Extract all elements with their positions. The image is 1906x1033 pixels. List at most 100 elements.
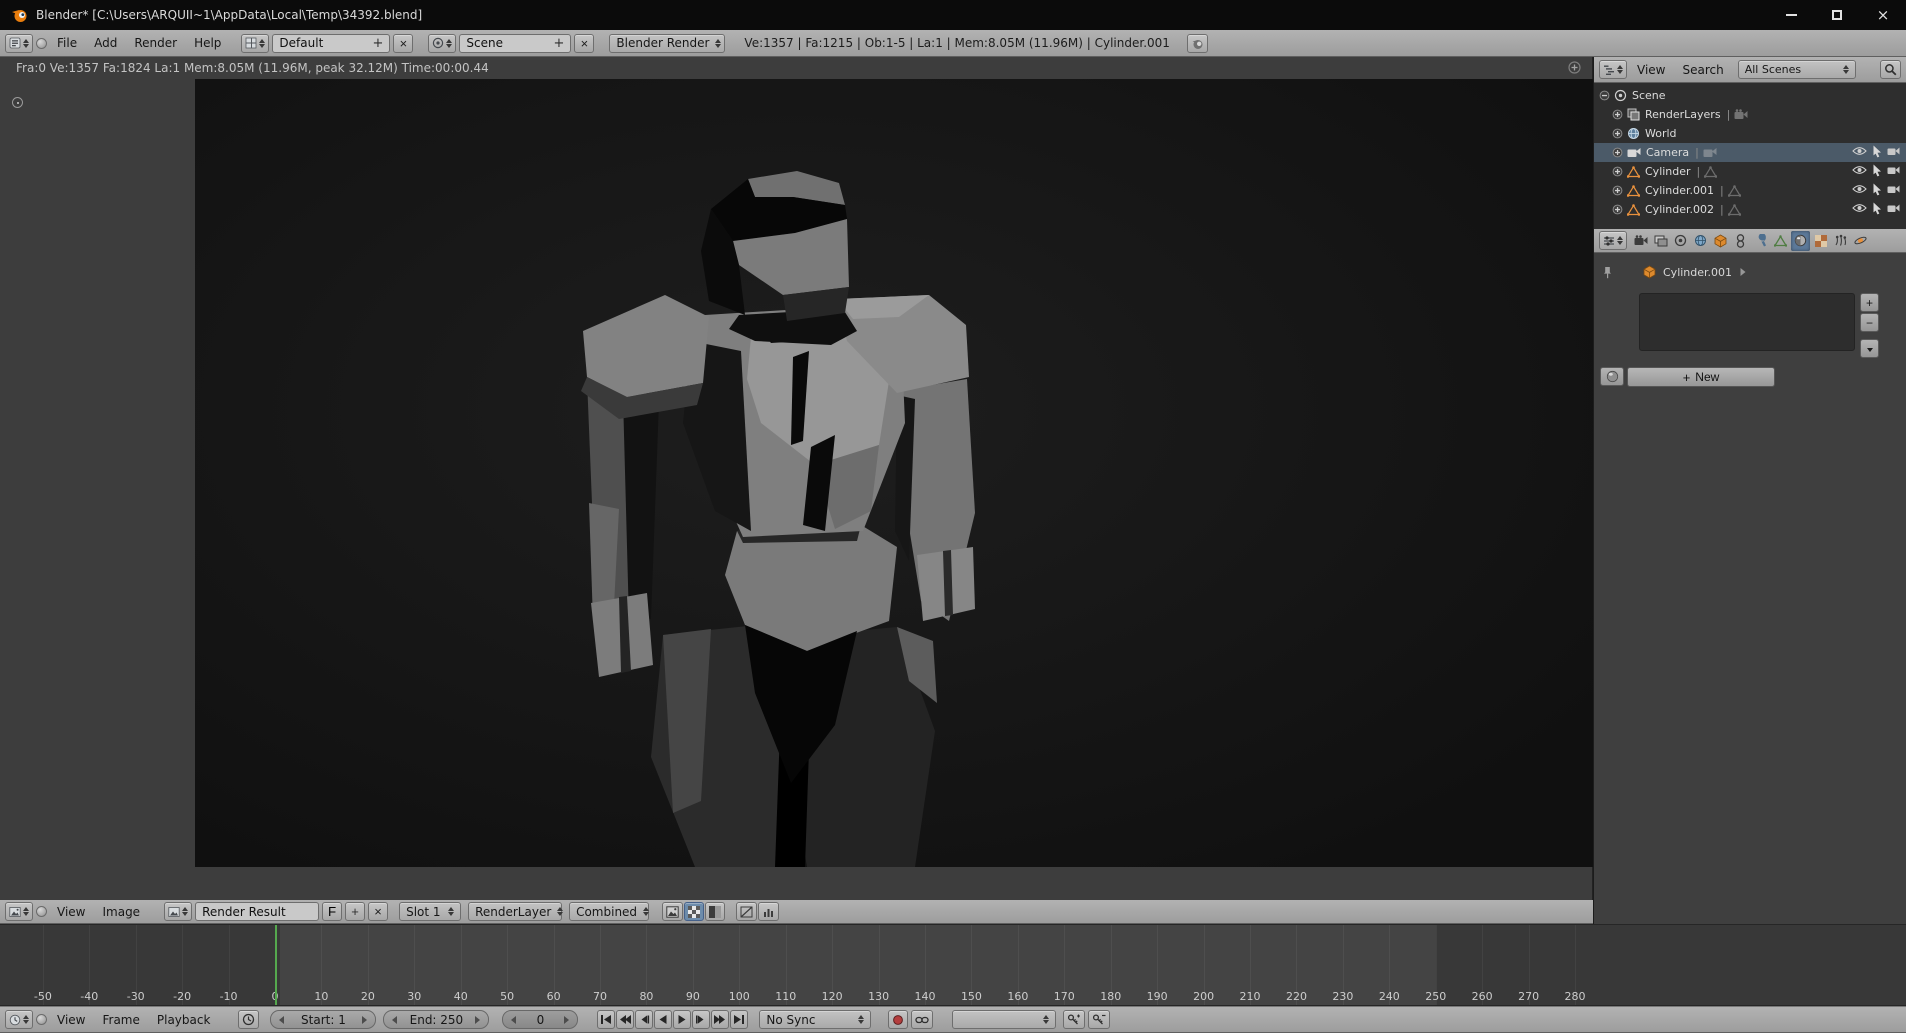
image-datablock-field[interactable]: Render Result <box>195 902 319 921</box>
expand-icon[interactable] <box>1612 204 1623 215</box>
outliner-row-cylinder-001[interactable]: Cylinder.001| <box>1594 181 1906 200</box>
material-slot-specials-button[interactable] <box>1860 339 1879 358</box>
restrict-render-icon[interactable] <box>1887 165 1900 178</box>
menu-help[interactable]: Help <box>187 35 228 51</box>
context-object-name[interactable]: Cylinder.001 <box>1663 266 1732 279</box>
delete-scene-button[interactable]: × <box>574 34 594 53</box>
outliner-row-world[interactable]: World <box>1594 124 1906 143</box>
tab-material[interactable] <box>1791 231 1810 251</box>
render-pass-dropdown[interactable]: Combined <box>569 902 649 921</box>
menu-view-timeline[interactable]: View <box>50 1012 92 1028</box>
increment-icon[interactable] <box>564 1016 569 1024</box>
outliner-item-label[interactable]: Cylinder.001 <box>1643 184 1716 197</box>
previous-keyframe-button[interactable] <box>616 1010 634 1029</box>
menu-file[interactable]: File <box>50 35 84 51</box>
play-button[interactable] <box>673 1010 691 1029</box>
scope-update-toggle[interactable] <box>758 902 779 921</box>
frame-end-field[interactable]: End: 250 <box>383 1010 489 1029</box>
scene-name-field[interactable]: Scene + <box>459 34 571 53</box>
frame-start-field[interactable]: Start: 1 <box>270 1010 376 1029</box>
restrict-select-icon[interactable] <box>1872 183 1882 199</box>
render-engine-dropdown[interactable]: Blender Render <box>609 34 725 53</box>
expand-icon[interactable] <box>1612 185 1623 196</box>
outliner-item-label[interactable]: Cylinder <box>1643 165 1693 178</box>
close-button[interactable]: × <box>1860 0 1906 30</box>
fake-user-button[interactable]: F <box>322 902 342 921</box>
draw-zbuffer-toggle[interactable] <box>705 902 725 921</box>
uv-clip-toggle[interactable] <box>736 902 757 921</box>
menu-frame[interactable]: Frame <box>95 1012 146 1028</box>
outliner-item-label[interactable]: Scene <box>1630 89 1668 102</box>
editor-type-button-properties[interactable] <box>1599 231 1627 250</box>
outliner-item-label[interactable]: Camera <box>1644 146 1691 159</box>
current-frame-cursor[interactable] <box>275 925 277 1005</box>
sync-mode-dropdown[interactable]: No Sync <box>759 1010 871 1029</box>
next-keyframe-button[interactable] <box>711 1010 729 1029</box>
restrict-select-icon[interactable] <box>1872 145 1882 161</box>
draw-rgb-toggle[interactable] <box>662 902 683 921</box>
outliner-filter-dropdown[interactable]: All Scenes <box>1738 60 1856 79</box>
add-layout-icon[interactable]: + <box>373 37 384 50</box>
increment-icon[interactable] <box>362 1016 367 1024</box>
render-layer-dropdown[interactable]: RenderLayer <box>468 902 562 921</box>
keying-link-button[interactable] <box>911 1010 933 1029</box>
tab-world[interactable] <box>1691 231 1710 251</box>
draw-alpha-toggle[interactable] <box>684 902 704 921</box>
preview-range-toggle[interactable] <box>238 1010 259 1029</box>
tab-physics[interactable] <box>1851 231 1870 251</box>
editor-type-button-outliner[interactable] <box>1599 60 1627 79</box>
tab-scene[interactable] <box>1671 231 1690 251</box>
header-collapse-widget[interactable] <box>36 38 47 49</box>
browse-screen-layout-button[interactable] <box>241 34 269 53</box>
timeline-track[interactable]: -50-40-30-20-100102030405060708090100110… <box>0 924 1906 1006</box>
maximize-button[interactable] <box>1814 0 1860 30</box>
outliner-row-cylinder[interactable]: Cylinder| <box>1594 162 1906 181</box>
restrict-view-icon[interactable] <box>1852 165 1867 178</box>
menu-playback[interactable]: Playback <box>150 1012 218 1028</box>
new-image-button[interactable]: + <box>345 902 365 921</box>
new-material-button[interactable]: + New <box>1627 367 1775 387</box>
jump-to-end-button[interactable] <box>730 1010 748 1029</box>
play-reverse-button[interactable] <box>654 1010 672 1029</box>
outliner-item-label[interactable]: RenderLayers <box>1643 108 1723 121</box>
current-frame-field[interactable]: 0 <box>502 1010 578 1029</box>
region-plus-icon[interactable] <box>1568 61 1581 77</box>
outliner-item-label[interactable]: World <box>1643 127 1679 140</box>
decrement-icon[interactable] <box>392 1016 397 1024</box>
tab-particles[interactable] <box>1831 231 1850 251</box>
jump-to-start-button[interactable] <box>597 1010 615 1029</box>
restrict-render-icon[interactable] <box>1887 146 1900 159</box>
delete-keyframe-button[interactable] <box>1088 1010 1110 1029</box>
expand-icon[interactable] <box>1612 128 1623 139</box>
editor-type-button-timeline[interactable] <box>5 1010 33 1029</box>
restrict-select-icon[interactable] <box>1872 202 1882 218</box>
add-scene-icon[interactable]: + <box>554 37 565 50</box>
tab-constraints[interactable] <box>1731 231 1750 251</box>
outliner-item-label[interactable]: Cylinder.002 <box>1643 203 1716 216</box>
restrict-select-icon[interactable] <box>1872 164 1882 180</box>
render-slot-dropdown[interactable]: Slot 1 <box>399 902 461 921</box>
restrict-render-icon[interactable] <box>1887 184 1900 197</box>
menu-view-outliner[interactable]: View <box>1630 62 1672 78</box>
pin-icon[interactable] <box>1602 266 1613 279</box>
menu-view-image[interactable]: View <box>50 904 92 920</box>
outliner-row-renderlayers[interactable]: RenderLayers| <box>1594 105 1906 124</box>
outliner-row-scene[interactable]: Scene <box>1594 86 1906 105</box>
tab-render-layers[interactable] <box>1651 231 1670 251</box>
remove-material-slot-button[interactable]: − <box>1860 313 1879 332</box>
increment-icon[interactable] <box>475 1016 480 1024</box>
add-material-slot-button[interactable]: + <box>1860 293 1879 312</box>
uv-2d-cursor-icon[interactable] <box>12 97 23 108</box>
auto-keyframe-button[interactable] <box>888 1010 908 1029</box>
editor-type-button-image[interactable] <box>5 902 33 921</box>
tab-texture[interactable] <box>1811 231 1830 251</box>
active-keying-set-dropdown[interactable] <box>952 1010 1056 1029</box>
menu-render[interactable]: Render <box>127 35 184 51</box>
menu-image[interactable]: Image <box>95 904 147 920</box>
outliner-search-button[interactable] <box>1880 60 1901 79</box>
restrict-view-icon[interactable] <box>1852 146 1867 159</box>
material-slot-list[interactable] <box>1639 293 1855 351</box>
tab-modifiers[interactable] <box>1751 231 1770 251</box>
tab-object[interactable] <box>1711 231 1730 251</box>
browse-image-button[interactable] <box>164 902 192 921</box>
